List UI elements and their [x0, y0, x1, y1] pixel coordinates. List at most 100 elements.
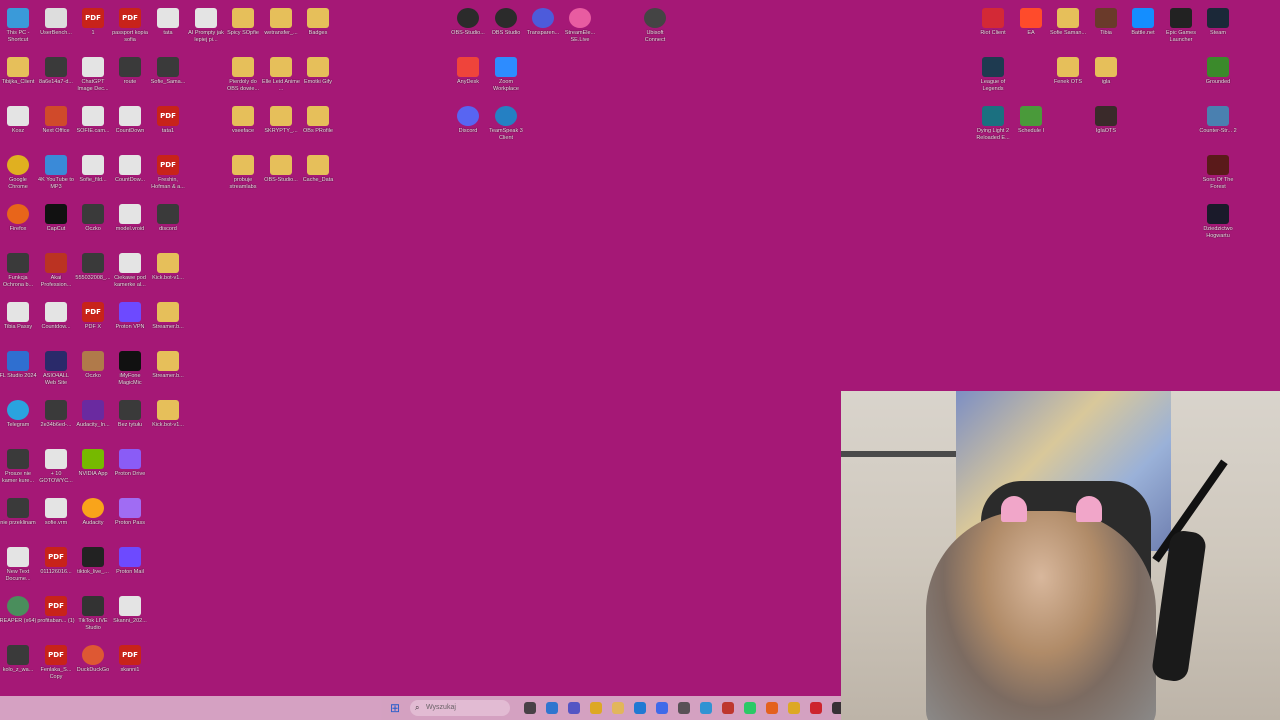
desktop-shortcut[interactable]: 4K YouTube to MP3: [37, 151, 75, 195]
desktop-shortcut[interactable]: This PC - Shortcut: [0, 4, 37, 48]
desktop-shortcut[interactable]: Oczko: [74, 200, 112, 244]
desktop-shortcut[interactable]: Steam: [1199, 4, 1237, 48]
desktop-shortcut[interactable]: route: [111, 53, 149, 97]
desktop-shortcut[interactable]: TikTok LIVE Studio: [74, 592, 112, 636]
desktop-shortcut[interactable]: Funkcja Ochrona b...: [0, 249, 37, 293]
desktop-shortcut[interactable]: Proton Drive: [111, 445, 149, 489]
desktop-shortcut[interactable]: nie przeklinam: [0, 494, 37, 538]
desktop-shortcut[interactable]: Sofie_Sama...: [149, 53, 187, 97]
desktop-shortcut[interactable]: Elle Leid Anime ...: [262, 53, 300, 97]
desktop-shortcut[interactable]: PDF Freshin, Hofman & a...: [149, 151, 187, 195]
desktop-shortcut[interactable]: Audacity_In...: [74, 396, 112, 440]
desktop-shortcut[interactable]: CapCut: [37, 200, 75, 244]
desktop-shortcut[interactable]: + 10 GOTOWYC...: [37, 445, 75, 489]
desktop-shortcut[interactable]: DuckDuckGo: [74, 641, 112, 685]
desktop-shortcut[interactable]: discord: [149, 200, 187, 244]
desktop-shortcut[interactable]: Epic Games Launcher: [1162, 4, 1200, 48]
taskbar-search[interactable]: ⌕ Wyszukaj: [410, 700, 510, 716]
desktop-shortcut[interactable]: Firefox: [0, 200, 37, 244]
desktop-shortcut[interactable]: Next Office: [37, 102, 75, 146]
desktop-shortcut[interactable]: New Text Docume...: [0, 543, 37, 587]
brave-icon[interactable]: [722, 702, 734, 714]
desktop-shortcut[interactable]: OBS-Studio...: [262, 151, 300, 195]
desktop-shortcut[interactable]: League of Legends: [974, 53, 1012, 97]
desktop-shortcut[interactable]: Akai Profession...: [37, 249, 75, 293]
desktop-shortcut[interactable]: Prosze nie kamer kure...: [0, 445, 37, 489]
firefox-icon[interactable]: [766, 702, 778, 714]
desktop-shortcut[interactable]: Transparen...: [524, 4, 562, 48]
desktop-shortcut[interactable]: Proton Mail: [111, 543, 149, 587]
desktop-shortcut[interactable]: EA: [1012, 4, 1050, 48]
desktop-shortcut[interactable]: Ciekawe pod kamerke al...: [111, 249, 149, 293]
desktop-shortcut[interactable]: Proton Pass: [111, 494, 149, 538]
desktop-shortcut[interactable]: PDF 011126016...: [37, 543, 75, 587]
desktop-shortcut[interactable]: SKRYPTY_...: [262, 102, 300, 146]
desktop-shortcut[interactable]: Tibia Passy: [0, 298, 37, 342]
desktop-shortcut[interactable]: PDF skanni1: [111, 641, 149, 685]
desktop-shortcut[interactable]: Dying Light 2 Reloaded E...: [974, 102, 1012, 146]
messenger-icon[interactable]: [656, 702, 668, 714]
desktop-shortcut[interactable]: REAPER (x64): [0, 592, 37, 636]
file-explorer-icon[interactable]: [524, 702, 536, 714]
desktop-shortcut[interactable]: Proton VPN: [111, 298, 149, 342]
desktop-shortcut[interactable]: StreamEle... SE.Live: [561, 4, 599, 48]
desktop-shortcut[interactable]: igla: [1087, 53, 1125, 97]
desktop-shortcut[interactable]: PDF profitaban... (1): [37, 592, 75, 636]
desktop-shortcut[interactable]: Telegram: [0, 396, 37, 440]
teams-icon[interactable]: [568, 702, 580, 714]
whatsapp-icon[interactable]: [744, 702, 756, 714]
desktop-shortcut[interactable]: wetransfer_...: [262, 4, 300, 48]
desktop-shortcut[interactable]: Oczko: [74, 347, 112, 391]
desktop-shortcut[interactable]: Tibia: [1087, 4, 1125, 48]
desktop-shortcut[interactable]: Kick.bot-v1...: [149, 249, 187, 293]
desktop-shortcut[interactable]: 555032008_...: [74, 249, 112, 293]
desktop-shortcut[interactable]: ASIO4ALL Web Site: [37, 347, 75, 391]
desktop-shortcut[interactable]: OBS-Studio...: [449, 4, 487, 48]
desktop-shortcut[interactable]: PDF 1: [74, 4, 112, 48]
desktop-shortcut[interactable]: Badges: [299, 4, 337, 48]
desktop-shortcut[interactable]: tata: [149, 4, 187, 48]
desktop-shortcut[interactable]: Audacity: [74, 494, 112, 538]
copilot-icon[interactable]: [546, 702, 558, 714]
desktop-shortcut[interactable]: Streamer.b...: [149, 347, 187, 391]
desktop-shortcut[interactable]: PDF tata1: [149, 102, 187, 146]
desktop-shortcut[interactable]: Counter-Str... 2: [1199, 102, 1237, 146]
desktop-shortcut[interactable]: Discord: [449, 102, 487, 146]
desktop-shortcut[interactable]: Battle.net: [1124, 4, 1162, 48]
desktop-shortcut[interactable]: Emotki Gify: [299, 53, 337, 97]
desktop-shortcut[interactable]: Skanni_202...: [111, 592, 149, 636]
desktop-shortcut[interactable]: NVIDIA App: [74, 445, 112, 489]
desktop-shortcut[interactable]: iMyFone MagicMic: [111, 347, 149, 391]
desktop-shortcut[interactable]: Sofie Saman...: [1049, 4, 1087, 48]
desktop-shortcut[interactable]: OBs PRofile: [299, 102, 337, 146]
desktop-shortcut[interactable]: Riot Client: [974, 4, 1012, 48]
desktop-shortcut[interactable]: IglaOTS: [1087, 102, 1125, 146]
desktop-shortcut[interactable]: Cache_Data: [299, 151, 337, 195]
desktop-shortcut[interactable]: AnyDesk: [449, 53, 487, 97]
desktop-shortcut[interactable]: probuje streamlabs: [224, 151, 262, 195]
desktop-shortcut[interactable]: Kick.bot-v1...: [149, 396, 187, 440]
desktop-shortcut[interactable]: Kosz: [0, 102, 37, 146]
desktop-shortcut[interactable]: Schedule I: [1012, 102, 1050, 146]
desktop-shortcut[interactable]: UserBench...: [37, 4, 75, 48]
desktop-shortcut[interactable]: CountDown: [111, 102, 149, 146]
desktop-shortcut[interactable]: CountDow...: [111, 151, 149, 195]
desktop-shortcut[interactable]: Countdow...: [37, 298, 75, 342]
desktop-shortcut[interactable]: PDF PDF X: [74, 298, 112, 342]
desktop-shortcut[interactable]: Streamer.b...: [149, 298, 187, 342]
desktop-shortcut[interactable]: 2e34b6ed-...: [37, 396, 75, 440]
desktop-shortcut[interactable]: vseeface: [224, 102, 262, 146]
desktop-shortcut[interactable]: PDF passport kopia sofia: [111, 4, 149, 48]
chrome-icon[interactable]: [788, 702, 800, 714]
desktop-shortcut[interactable]: tiktok_live_...: [74, 543, 112, 587]
desktop-shortcut[interactable]: Sofie_fild...: [74, 151, 112, 195]
desktop-shortcut[interactable]: Google Chrome: [0, 151, 37, 195]
desktop-shortcut[interactable]: Zoom Workplace: [487, 53, 525, 97]
desktop-shortcut[interactable]: Ubisoft Connect: [636, 4, 674, 48]
desktop-shortcut[interactable]: FL Studio 2024: [0, 347, 37, 391]
app-icon[interactable]: [700, 702, 712, 714]
desktop-shortcut[interactable]: SOFIE.cam...: [74, 102, 112, 146]
desktop-shortcut[interactable]: model.vroid: [111, 200, 149, 244]
desktop-shortcut[interactable]: Pierdoly do OBS dowie...: [224, 53, 262, 97]
desktop-shortcut[interactable]: Sons Of The Forest: [1199, 151, 1237, 195]
